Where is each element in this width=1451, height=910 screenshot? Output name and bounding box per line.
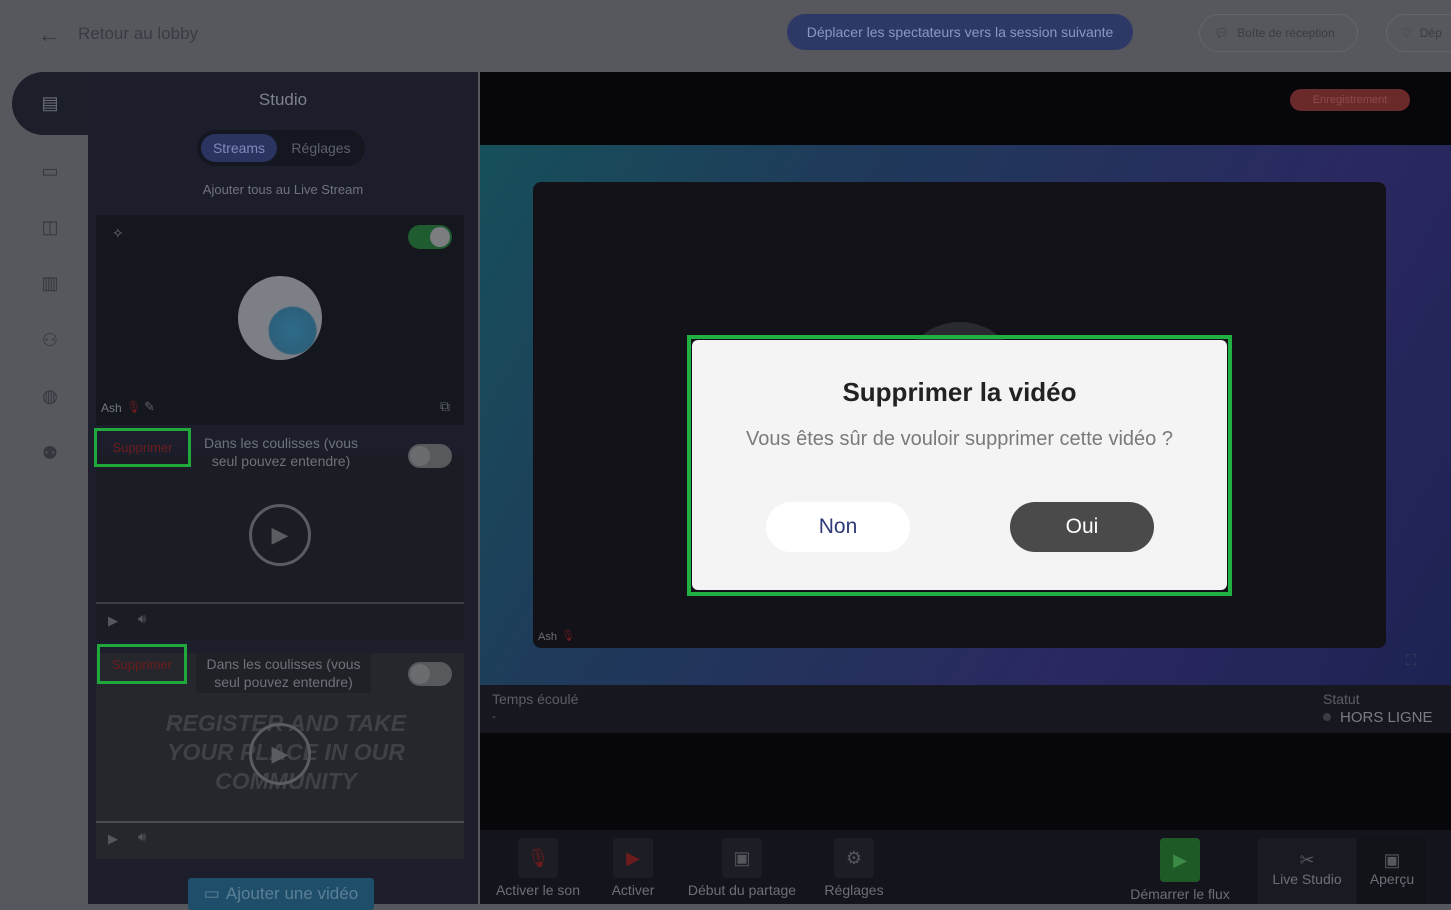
share-label: Début du partage	[687, 882, 797, 898]
live-studio-button[interactable]: ✂ Live Studio	[1258, 838, 1356, 904]
chat-bubble-icon: 💬︎	[1214, 26, 1230, 40]
live-studio-label: Live Studio	[1272, 871, 1342, 887]
settings-button[interactable]: ⚙ Réglages	[820, 838, 888, 898]
camera-label: Activer	[611, 882, 655, 898]
video-progress[interactable]	[96, 821, 464, 823]
external-link-icon[interactable]: ⧉	[440, 398, 450, 415]
stream-info-bar: Temps écoulé - Statut HORS LIGNE	[480, 685, 1451, 733]
cancel-button[interactable]: Non	[766, 502, 910, 552]
recording-badge: Enregistrement	[1290, 89, 1410, 111]
inbox-label: Boîte de réception	[1237, 26, 1335, 40]
start-stream-label: Démarrer le flux	[1130, 886, 1230, 902]
heart-pulse-icon: ♡	[1401, 26, 1412, 40]
edit-pencil-icon[interactable]: ✎	[144, 399, 155, 415]
volume-icon[interactable]: 🔊︎	[138, 611, 146, 627]
add-video-label: Ajouter une vidéo	[225, 884, 359, 903]
live-toggle[interactable]	[408, 225, 452, 249]
start-stream-button[interactable]: ▶ Démarrer le flux	[1122, 838, 1238, 902]
delete-video-dialog: Supprimer la vidéo Vous êtes sûr de voul…	[692, 340, 1227, 590]
preview-label: Aperçu	[1369, 871, 1415, 887]
laptop-icon[interactable]: ▭	[36, 161, 64, 183]
status-label: Statut	[1323, 691, 1360, 707]
play-icon[interactable]: ▶	[108, 831, 118, 847]
share-button[interactable]: ▣ Début du partage	[682, 838, 802, 898]
preview-button[interactable]: ▣ Aperçu	[1358, 838, 1426, 904]
columns-icon[interactable]: ▥	[36, 273, 64, 295]
delete-video-2-button[interactable]: Supprimer	[97, 644, 187, 684]
globe-icon[interactable]: ◍	[36, 386, 64, 408]
delete-video-1-button[interactable]: Supprimer	[94, 428, 191, 467]
unmute-label: Activer le son	[495, 882, 581, 898]
unmute-button[interactable]: 🎙︎ Activer le son	[490, 838, 586, 898]
play-icon[interactable]: ▶	[108, 613, 118, 629]
camera-off-icon: ▶︎	[613, 838, 653, 878]
fullscreen-icon[interactable]: ⛶	[1406, 652, 1417, 669]
inbox-button[interactable]: 💬︎ Boîte de réception	[1199, 14, 1358, 52]
health-button[interactable]: ♡ Dép	[1386, 14, 1451, 52]
tv-icon: ▣	[1383, 850, 1401, 870]
screen-icon[interactable]: ◫	[36, 217, 64, 239]
mic-off-icon: 🎙︎	[518, 838, 558, 878]
backstage-label-1: Dans les coulisses (vous seul pouvez ent…	[203, 435, 359, 469]
mic-muted-icon: 🎙︎	[561, 630, 575, 642]
dialog-message: Vous êtes sûr de vouloir supprimer cette…	[746, 428, 1173, 450]
people-icon[interactable]: ⚇	[36, 330, 64, 352]
tools-icon: ✂	[1299, 850, 1315, 870]
back-to-lobby-link[interactable]: Retour au lobby	[78, 24, 198, 44]
participant-card: ✧ Ash 🎙︎ ✎ ⧉	[96, 215, 464, 425]
film-icon[interactable]: ▤	[36, 93, 64, 115]
status-value: HORS LIGNE	[1340, 709, 1433, 726]
status-dot-icon	[1323, 713, 1331, 721]
video-progress[interactable]	[96, 602, 464, 604]
play-icon: ▶	[1160, 838, 1200, 882]
confirm-button[interactable]: Oui	[1010, 502, 1154, 552]
panel-tabs: Streams Réglages	[197, 130, 365, 166]
settings-label: Réglages	[824, 882, 884, 898]
participant-name: Ash	[101, 401, 122, 415]
user-gear-icon: ⚙	[834, 838, 874, 878]
speaker-name: Ash	[538, 631, 557, 643]
elapsed-value: -	[492, 709, 496, 723]
tab-settings[interactable]: Réglages	[281, 134, 361, 162]
avatar	[238, 276, 322, 360]
icon-rail	[0, 72, 88, 904]
play-circle-icon[interactable]: ▶	[249, 723, 311, 785]
move-viewers-button[interactable]: Déplacer les spectateurs vers la session…	[787, 14, 1133, 50]
mic-muted-icon: 🎙︎	[126, 400, 142, 414]
elapsed-label: Temps écoulé	[492, 691, 579, 707]
video-camera-icon: ▭	[203, 884, 220, 903]
play-circle-icon[interactable]: ▶	[249, 504, 311, 566]
volume-icon[interactable]: 🔊︎	[138, 829, 146, 845]
monitor-icon: ▣	[722, 838, 762, 878]
camera-button[interactable]: ▶︎ Activer	[600, 838, 666, 898]
back-arrow-icon[interactable]: ←	[38, 22, 60, 48]
dialog-title: Supprimer la vidéo	[842, 377, 1077, 407]
backstage-toggle-1[interactable]	[408, 444, 452, 468]
panel-title: Studio	[258, 90, 308, 109]
health-label: Dép	[1419, 26, 1442, 40]
backstage-label-2: Dans les coulisses (vous seul pouvez ent…	[196, 653, 371, 693]
video-card-1: ▶ ▶ 🔊︎	[96, 455, 464, 640]
add-video-button[interactable]: ▭ Ajouter une vidéo	[188, 878, 374, 910]
add-all-live-link[interactable]: Ajouter tous au Live Stream	[88, 182, 478, 197]
tab-streams[interactable]: Streams	[201, 134, 277, 162]
studio-panel: Studio Streams Réglages Ajouter tous au …	[88, 72, 478, 910]
group-icon[interactable]: ⚉	[36, 443, 64, 465]
backstage-toggle-2[interactable]	[408, 662, 452, 686]
pin-icon[interactable]: ✧	[112, 225, 124, 242]
